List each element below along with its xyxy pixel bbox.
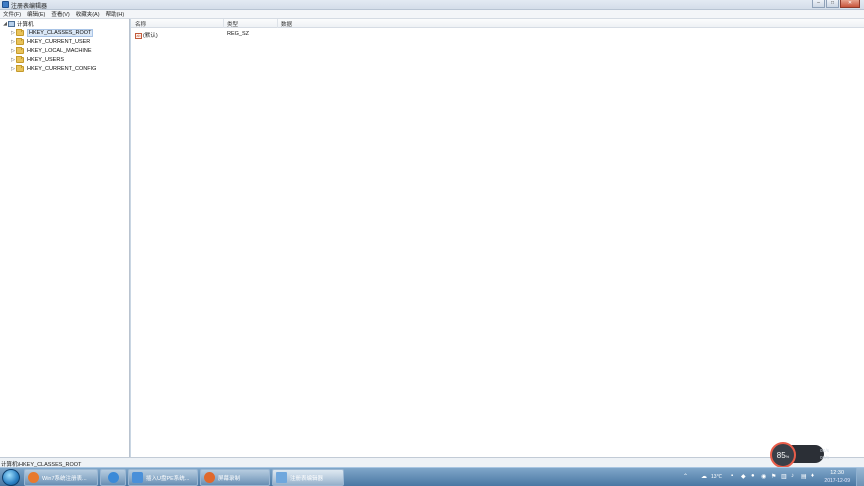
tree-item-label: HKEY_USERS [27, 57, 64, 63]
tray-app-icon[interactable]: ▪ [731, 473, 733, 479]
status-bar: 计算机\HKEY_CLASSES_ROOT [0, 457, 864, 468]
folder-icon [16, 65, 24, 72]
registry-tree: ◢ 计算机 ▷ HKEY_CLASSES_ROOT ▷ HKEY_CURRENT… [0, 19, 130, 457]
tray-app-icon[interactable]: ◉ [761, 473, 766, 480]
memory-percent: 85% [776, 450, 790, 460]
weather-temperature[interactable]: 13℃ [711, 474, 722, 480]
menu-file[interactable]: 文件(F) [2, 10, 22, 18]
tray-app-icon[interactable]: ● [751, 473, 755, 479]
network-icon[interactable]: ▥ [781, 473, 787, 480]
volume-icon[interactable]: ♪ [791, 473, 794, 479]
close-button[interactable]: ✕ [840, 0, 860, 8]
start-button[interactable] [2, 469, 20, 486]
screen-recorder-icon [204, 472, 215, 483]
action-center-flag-icon[interactable]: ⚑ [771, 473, 776, 480]
ie-icon [107, 472, 119, 483]
minimize-button[interactable]: – [812, 0, 825, 8]
system-monitor-widget[interactable]: 0K/s 0K/s 85% [770, 442, 829, 468]
taskbar-label: Win7系统注册表... [42, 475, 87, 482]
tree-root-computer[interactable]: ◢ 计算机 [2, 20, 34, 28]
menu-help[interactable]: 帮助(H) [105, 10, 126, 18]
values-list: 名称 类型 数据 ab (默认) REG_SZ [131, 19, 864, 457]
clock-time[interactable]: 12:30 [830, 470, 844, 476]
regedit-icon [276, 472, 287, 483]
tree-root-label: 计算机 [17, 22, 34, 28]
memory-usage-ring: 85% [770, 442, 796, 468]
regedit-app-icon [2, 1, 9, 8]
input-method-icon[interactable]: ▤ [801, 473, 807, 480]
clock-date[interactable]: 2017-12-09 [824, 478, 850, 484]
column-headers: 名称 类型 数据 [131, 19, 864, 28]
weather-cloud-icon[interactable]: ☁ [701, 473, 707, 480]
column-divider[interactable] [223, 19, 224, 28]
menu-bar: 文件(F) 编辑(E) 查看(V) 收藏夹(A) 帮助(H) [0, 10, 864, 19]
tree-item-label: HKEY_CURRENT_CONFIG [27, 66, 97, 72]
tray-app-icon[interactable]: ♦ [811, 473, 814, 479]
taskbar-button-regedit[interactable]: 注册表编辑器 [272, 469, 344, 486]
value-name-cell: ab (默认) [135, 31, 158, 39]
taskbar-label: 屏幕录制 [218, 475, 241, 482]
menu-edit[interactable]: 编辑(E) [26, 10, 46, 18]
string-value-icon: ab [135, 32, 142, 39]
taskbar-button-browser[interactable]: Win7系统注册表... [24, 469, 98, 486]
download-speed: 0K/s [820, 455, 830, 460]
value-row[interactable]: ab (默认) REG_SZ [131, 31, 864, 39]
maximize-button[interactable]: □ [826, 0, 839, 8]
folder-icon [16, 38, 24, 45]
column-header-name[interactable]: 名称 [135, 20, 146, 28]
tree-item-label: HKEY_LOCAL_MACHINE [27, 48, 92, 54]
taskbar-label: 插入U盘PE系统... [146, 475, 190, 482]
tree-item-hku[interactable]: ▷ HKEY_USERS [10, 56, 64, 64]
tray-app-icon[interactable]: ◆ [741, 473, 746, 480]
computer-icon [8, 21, 15, 27]
folder-icon [16, 29, 24, 36]
tree-item-hkcu[interactable]: ▷ HKEY_CURRENT_USER [10, 38, 90, 46]
tray-overflow-arrow-icon[interactable]: ⌃ [683, 473, 688, 480]
tree-item-hkcr[interactable]: ▷ HKEY_CLASSES_ROOT [10, 29, 94, 37]
column-divider[interactable] [277, 19, 278, 28]
document-icon [132, 472, 143, 483]
folder-icon [16, 56, 24, 63]
tree-item-label: HKEY_CLASSES_ROOT [27, 29, 94, 37]
title-bar: 注册表编辑器 – □ ✕ [0, 0, 864, 10]
column-header-type[interactable]: 类型 [227, 20, 238, 28]
value-name: (默认) [143, 33, 158, 39]
taskbar-label: 注册表编辑器 [290, 475, 324, 482]
window-controls: – □ ✕ [812, 0, 860, 9]
taskbar-button-recorder[interactable]: 屏幕录制 [200, 469, 270, 486]
taskbar-button-ie[interactable] [100, 469, 126, 486]
tree-item-label: HKEY_CURRENT_USER [27, 39, 91, 45]
taskbar: Win7系统注册表... 插入U盘PE系统... 屏幕录制 注册表编辑器 ⌃ ☁… [0, 467, 864, 486]
menu-favorites[interactable]: 收藏夹(A) [75, 10, 101, 18]
menu-view[interactable]: 查看(V) [50, 10, 70, 18]
taskbar-button-doc[interactable]: 插入U盘PE系统... [128, 469, 198, 486]
tree-item-hkcc[interactable]: ▷ HKEY_CURRENT_CONFIG [10, 65, 96, 73]
tree-item-hklm[interactable]: ▷ HKEY_LOCAL_MACHINE [10, 47, 92, 55]
window-title: 注册表编辑器 [11, 4, 48, 10]
value-type: REG_SZ [227, 31, 250, 37]
system-tray: ⌃ ☁ 13℃ ▪ ◆ ● ◉ ⚑ ▥ ♪ ▤ ♦ 12:30 2017-12-… [679, 468, 864, 486]
upload-speed: 0K/s [820, 448, 830, 453]
folder-icon [16, 47, 24, 54]
column-header-data[interactable]: 数据 [281, 20, 292, 28]
show-desktop-button[interactable] [856, 468, 864, 486]
browser-icon [28, 472, 39, 483]
